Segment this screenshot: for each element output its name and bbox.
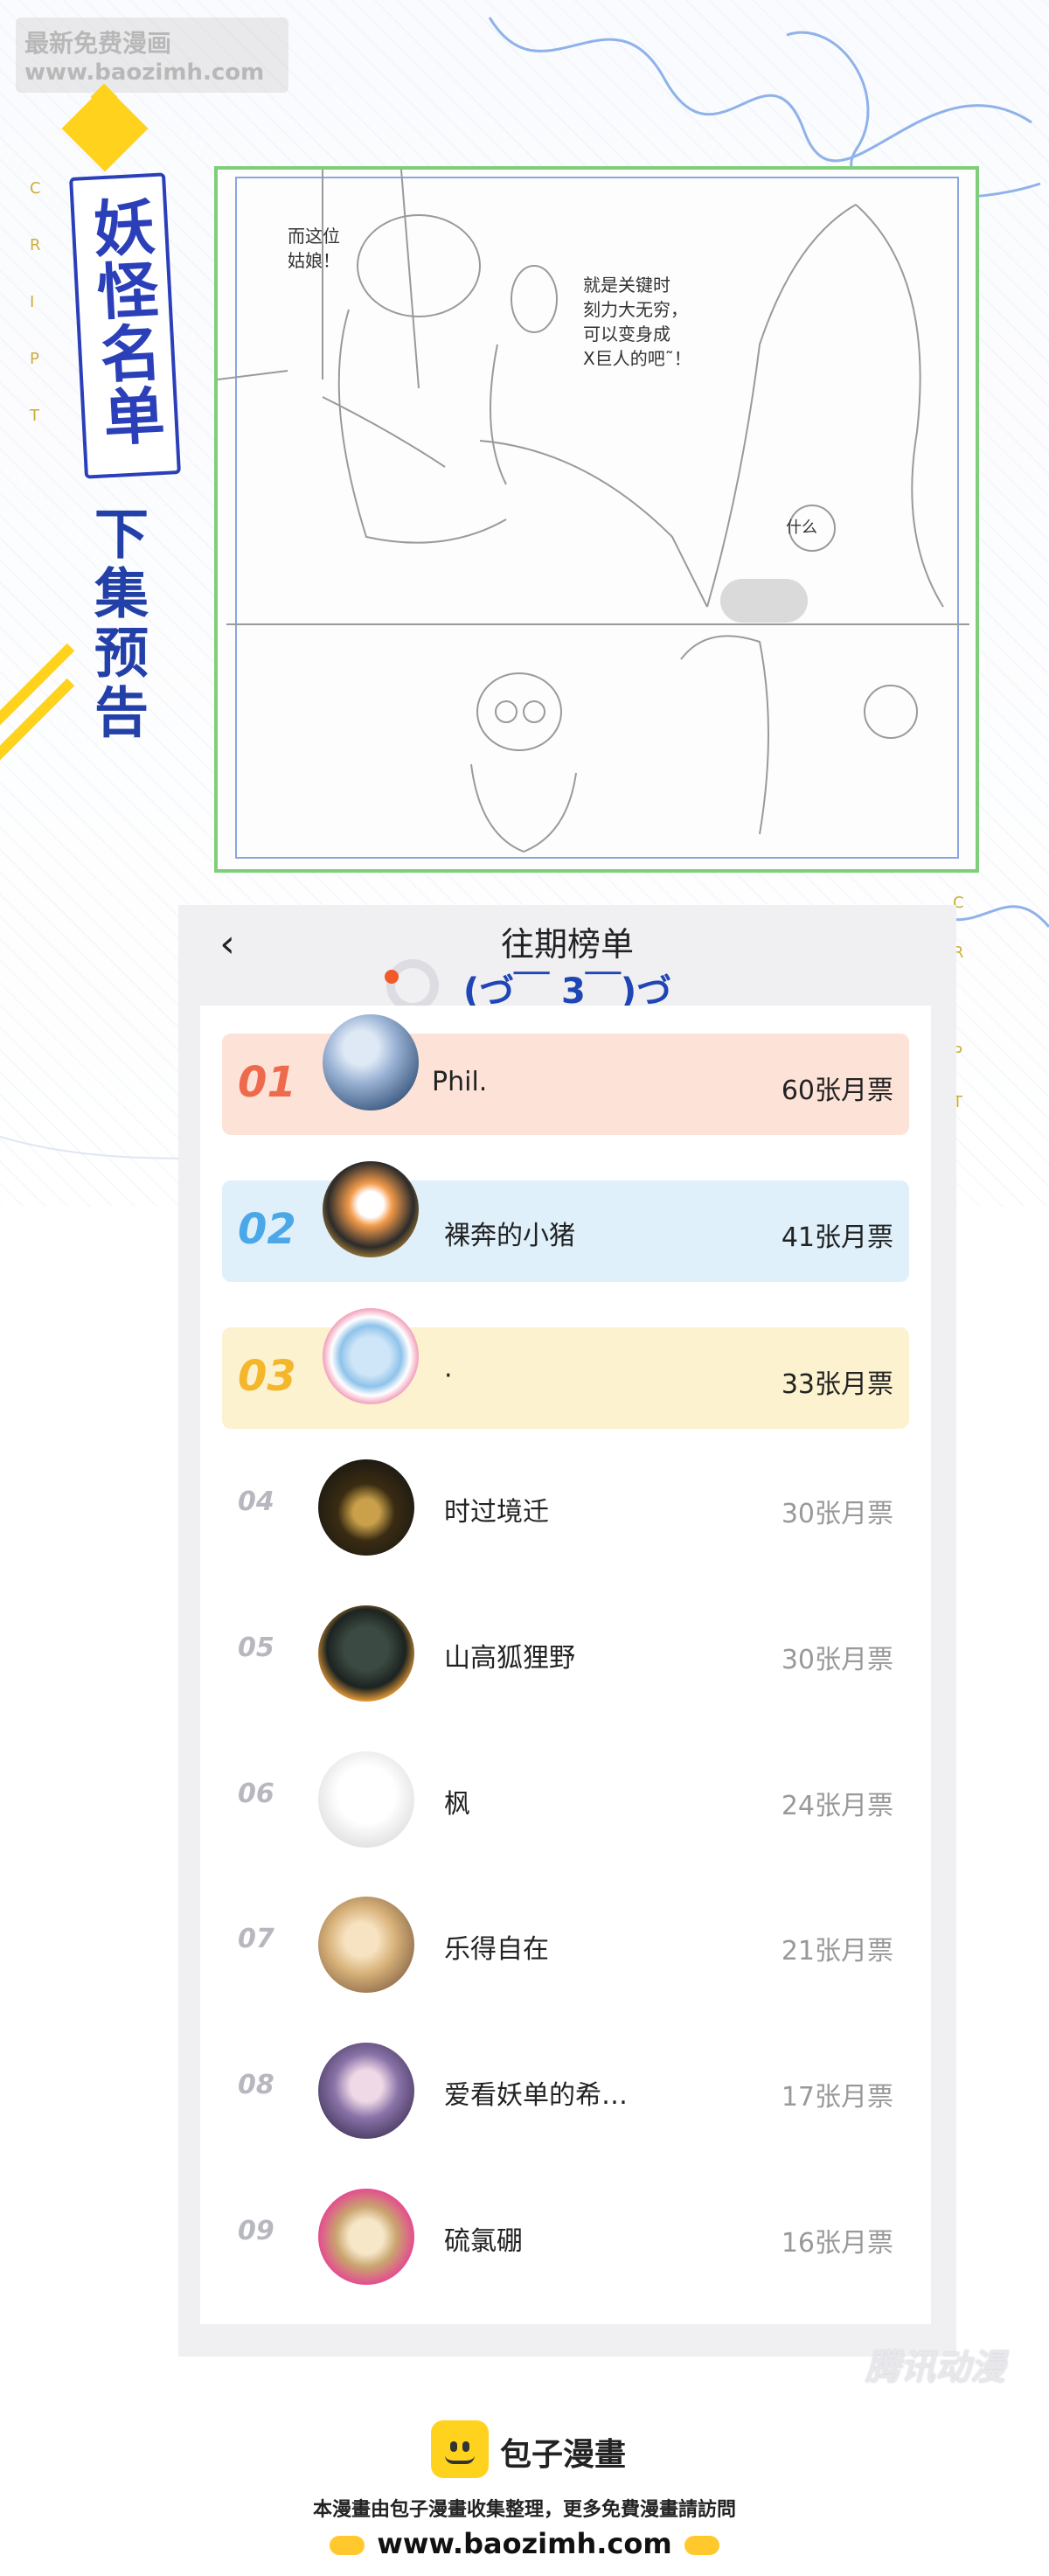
ranking-row[interactable]: 07 乐得自在 21张月票	[222, 1894, 909, 1995]
comic-logo-text: 妖怪名单	[81, 194, 167, 449]
user-avatar[interactable]	[318, 1751, 414, 1848]
user-name[interactable]: 山高狐狸野	[444, 1636, 575, 1674]
preview-title: 下集预告	[85, 505, 149, 743]
vote-count: 24张月票	[781, 1791, 893, 1821]
baozi-logo-icon	[431, 2420, 489, 2478]
vote-count: 30张月票	[781, 1645, 893, 1675]
vote-count: 16张月票	[781, 2228, 893, 2259]
ranking-header: ‹ 往期榜单 (づ￣ 3￣)づ	[178, 905, 956, 1012]
footer-brand: 包子漫畫	[500, 2437, 627, 2473]
user-avatar[interactable]	[323, 1308, 419, 1404]
ranking-row[interactable]: 09 硫氯硼 16张月票	[222, 2186, 909, 2287]
ranking-row[interactable]: 06 枫 24张月票	[222, 1749, 909, 1850]
ranking-row[interactable]: 02 裸奔的小猪 41张月票	[222, 1161, 909, 1282]
watermark: 最新免费漫画 www.baozimh.com	[16, 17, 288, 93]
speech-bubble-2: 就是关键时 刻力大无穷， 可以变身成 X巨人的吧˜！	[583, 275, 691, 369]
user-name[interactable]: 硫氯硼	[444, 2219, 523, 2258]
script-letter: R	[30, 236, 41, 254]
ranking-list: 01 Phil. 60张月票 02 裸奔的小猪 41张月票 03 · 33张月票…	[200, 1006, 931, 2324]
user-avatar[interactable]	[318, 2189, 414, 2285]
user-name[interactable]: Phil.	[432, 1067, 487, 1097]
watermark-line2: www.baozimh.com	[24, 59, 265, 86]
yellow-stripes	[0, 643, 75, 769]
vote-count: 33张月票	[781, 1369, 893, 1400]
script-letter: C	[30, 179, 41, 198]
user-avatar[interactable]	[323, 1161, 419, 1257]
ranking-title: 往期榜单	[500, 925, 634, 964]
script-letter: I	[30, 293, 35, 311]
user-avatar[interactable]	[323, 1014, 419, 1110]
watermark-line1: 最新免费漫画	[24, 29, 172, 58]
script-letter: T	[30, 407, 39, 425]
ranking-row[interactable]: 01 Phil. 60张月票	[222, 1014, 909, 1135]
user-name[interactable]: 爱看妖单的希…	[444, 2073, 628, 2112]
user-name[interactable]: 乐得自在	[444, 1927, 549, 1966]
script-letters: C R I P T	[30, 179, 42, 425]
user-avatar[interactable]	[318, 1605, 414, 1702]
rank-number: 02	[238, 1205, 296, 1254]
ranking-card: ‹ 往期榜单 (づ￣ 3￣)づ 01 Phil. 60张月票 02 裸奔的小猪 …	[178, 905, 956, 2357]
comic-logo: 妖怪名单	[69, 172, 181, 479]
ranking-row[interactable]: 03 · 33张月票	[222, 1308, 909, 1429]
rank-number: 03	[238, 1352, 296, 1401]
rank-number: 07	[238, 1924, 274, 1954]
user-avatar[interactable]	[318, 2043, 414, 2139]
rank-number: 08	[238, 2070, 274, 2100]
user-name[interactable]: 裸奔的小猪	[444, 1214, 575, 1252]
rank-number: 09	[238, 2216, 274, 2246]
speech-bubble-3: 什么	[786, 519, 817, 537]
user-name[interactable]: 枫	[444, 1782, 470, 1821]
footer-url-row: www.baozimh.com	[0, 2527, 1049, 2560]
script-letter: P	[30, 350, 39, 368]
vote-count: 30张月票	[781, 1499, 893, 1529]
vote-count: 21张月票	[781, 1936, 893, 1967]
rank-number: 04	[238, 1486, 274, 1517]
vote-count: 17张月票	[781, 2082, 893, 2113]
sketch-preview-panel: 而这位 姑娘！ 就是关键时 刻力大无穷， 可以变身成 X巨人的吧˜！ 什么	[214, 166, 979, 873]
ranking-row[interactable]: 08 爱看妖单的希… 17张月票	[222, 2040, 909, 2141]
ranking-row[interactable]: 05 山高狐狸野 30张月票	[222, 1603, 909, 1704]
vote-count: 41张月票	[781, 1222, 893, 1253]
user-name[interactable]: ·	[444, 1361, 453, 1391]
publisher-logo: 腾讯动漫	[865, 2348, 1005, 2388]
scroll-indicator[interactable]	[720, 579, 808, 623]
pointing-hand-icon	[684, 2536, 719, 2555]
pointing-hand-icon	[330, 2536, 365, 2555]
ranking-row[interactable]: 04 时过境迁 30张月票	[222, 1457, 909, 1558]
user-name[interactable]: 时过境迁	[444, 1490, 549, 1528]
rank-number: 05	[238, 1633, 274, 1663]
footer-url[interactable]: www.baozimh.com	[377, 2527, 671, 2560]
rank-number: 06	[238, 1779, 274, 1809]
user-avatar[interactable]	[318, 1459, 414, 1556]
user-avatar[interactable]	[318, 1897, 414, 1993]
vote-count: 60张月票	[781, 1076, 893, 1106]
speech-bubble-1: 而这位 姑娘！	[288, 226, 340, 271]
rank-number: 01	[238, 1058, 296, 1107]
footer-note: 本漫畫由包子漫畫收集整理，更多免費漫畫請訪問	[312, 2499, 736, 2521]
